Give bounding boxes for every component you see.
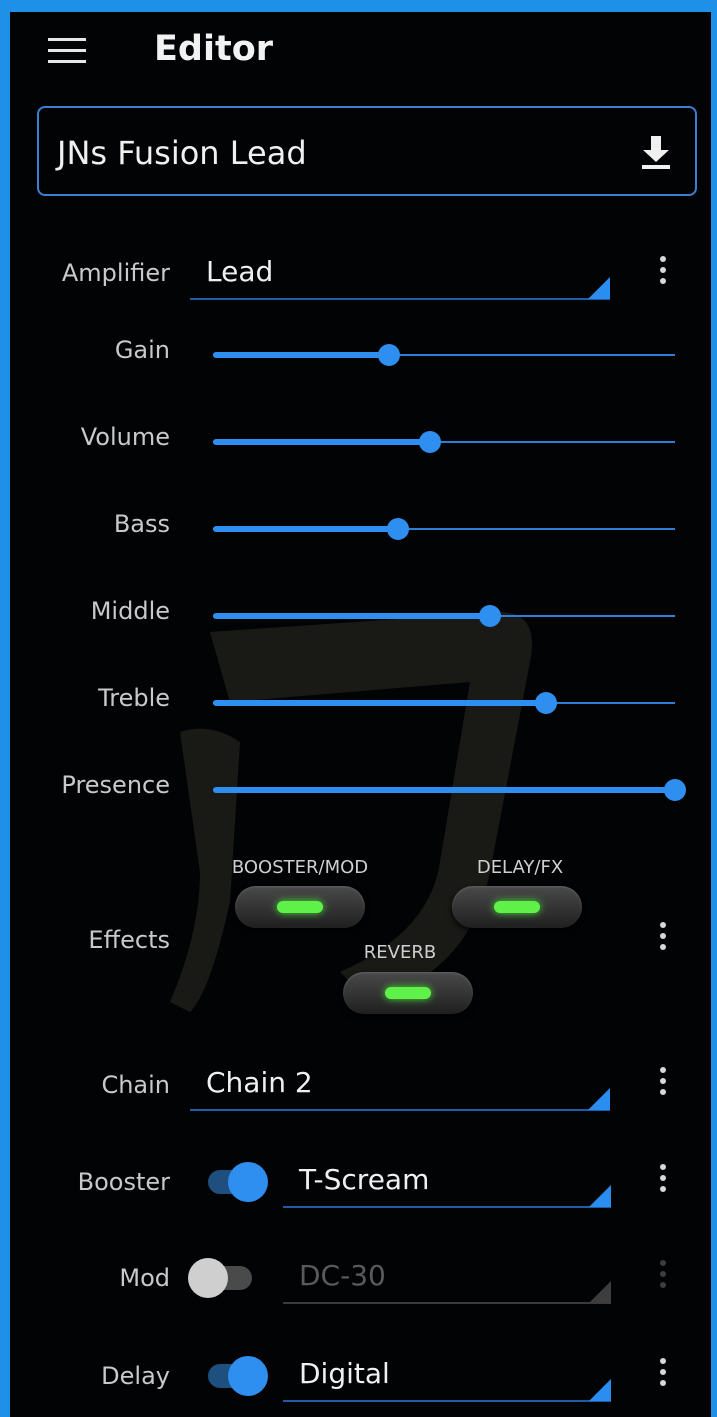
chain-dropdown[interactable]: Chain 2 (190, 1063, 610, 1113)
delay-more-icon[interactable] (658, 1358, 668, 1391)
delay-toggle[interactable] (202, 1354, 272, 1398)
amplifier-more-icon[interactable] (658, 256, 668, 289)
effects-more-icon[interactable] (658, 922, 668, 955)
booster-value: T-Scream (299, 1163, 430, 1196)
middle-slider-thumb[interactable] (479, 605, 501, 627)
page-title: Editor (154, 29, 273, 69)
dropdown-arrow-icon (589, 1281, 611, 1303)
presence-label: Presence (61, 771, 170, 799)
treble-slider-thumb[interactable] (535, 692, 557, 714)
mod-toggle-knob (188, 1258, 228, 1298)
delay-toggle-knob (228, 1356, 268, 1396)
booster-mod-switch[interactable] (235, 886, 365, 928)
mod-underline (283, 1302, 611, 1304)
mod-toggle[interactable] (188, 1256, 258, 1300)
chain-value: Chain 2 (206, 1066, 313, 1099)
download-icon[interactable] (641, 136, 671, 170)
bass-slider-thumb[interactable] (387, 518, 409, 540)
volume-slider-fill (213, 439, 430, 445)
bass-label: Bass (113, 510, 170, 538)
effects-label: Effects (88, 926, 170, 954)
amplifier-label: Amplifier (61, 259, 170, 287)
preset-selector[interactable]: JNs Fusion Lead (37, 106, 697, 196)
booster-underline (283, 1206, 611, 1208)
middle-slider-fill (213, 613, 490, 619)
reverb-led (385, 987, 431, 999)
mod-dropdown[interactable]: DC-30 (283, 1256, 611, 1306)
delay-fx-label: DELAY/FX (476, 857, 564, 878)
bass-slider-fill (213, 526, 398, 532)
booster-toggle-knob (228, 1162, 268, 1202)
chain-label: Chain (101, 1071, 170, 1099)
presence-slider-thumb[interactable] (664, 779, 686, 801)
volume-slider-thumb[interactable] (419, 431, 441, 453)
delay-label: Delay (101, 1362, 170, 1390)
delay-fx-led (494, 901, 540, 913)
reverb-label: REVERB (363, 942, 437, 963)
gain-slider-fill (213, 352, 389, 358)
booster-label: Booster (77, 1168, 170, 1196)
gain-label: Gain (114, 336, 170, 364)
brand-watermark-logo (170, 612, 532, 1012)
presence-slider-fill (213, 787, 675, 793)
treble-label: Treble (98, 684, 170, 712)
preset-name: JNs Fusion Lead (57, 134, 307, 172)
booster-mod-label: BOOSTER/MOD (231, 857, 369, 878)
mod-value: DC-30 (299, 1259, 386, 1292)
treble-slider-fill (213, 700, 546, 706)
delay-dropdown[interactable]: Digital (283, 1354, 611, 1404)
amplifier-value: Lead (206, 255, 274, 288)
dropdown-arrow-icon (588, 277, 610, 299)
reverb-switch[interactable] (343, 972, 473, 1014)
delay-value: Digital (299, 1357, 390, 1390)
mod-label: Mod (119, 1264, 170, 1292)
chain-more-icon[interactable] (658, 1067, 668, 1100)
dropdown-arrow-icon (589, 1379, 611, 1401)
amplifier-dropdown[interactable]: Lead (190, 252, 610, 302)
dropdown-arrow-icon (588, 1088, 610, 1110)
app-window: Editor JNs Fusion Lead Amplifier Lead Ga… (0, 0, 717, 1417)
booster-dropdown[interactable]: T-Scream (283, 1160, 611, 1210)
booster-toggle[interactable] (202, 1160, 272, 1204)
gain-slider-thumb[interactable] (378, 344, 400, 366)
delay-underline (283, 1400, 611, 1402)
chain-underline (190, 1109, 610, 1111)
booster-mod-led (277, 901, 323, 913)
hamburger-menu-icon[interactable] (48, 38, 86, 64)
dropdown-arrow-icon (589, 1185, 611, 1207)
volume-label: Volume (80, 423, 170, 451)
booster-more-icon[interactable] (658, 1164, 668, 1197)
middle-label: Middle (90, 597, 170, 625)
delay-fx-switch[interactable] (452, 886, 582, 928)
mod-more-icon[interactable] (658, 1260, 668, 1293)
amplifier-underline (190, 298, 610, 300)
